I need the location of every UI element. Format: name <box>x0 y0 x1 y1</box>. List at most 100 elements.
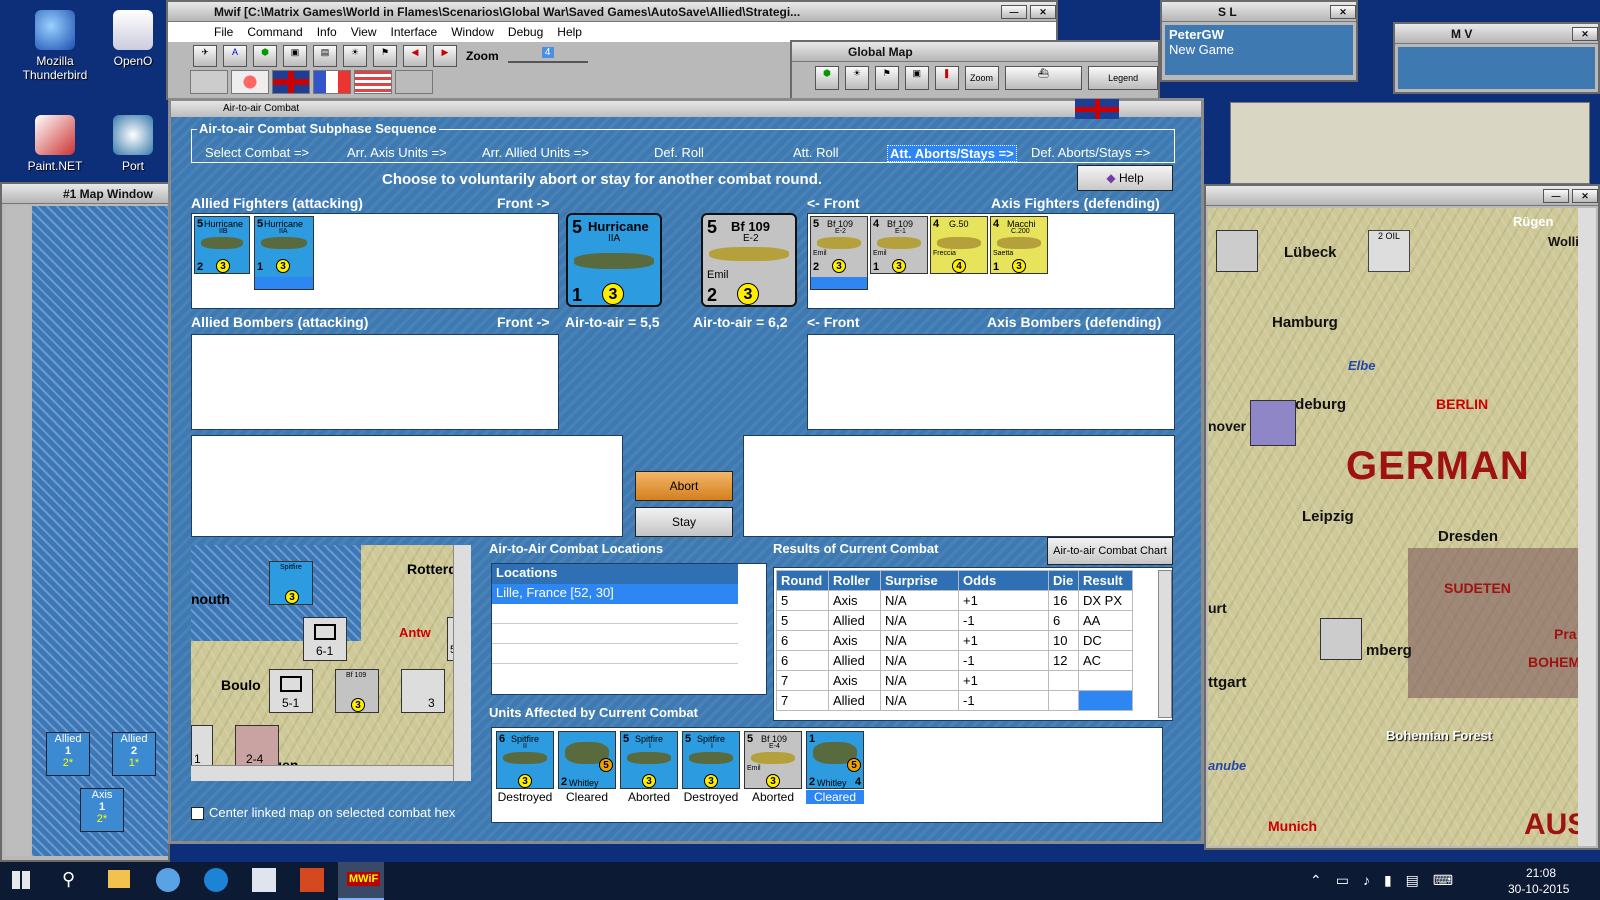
allied-bombers-box[interactable] <box>191 334 559 430</box>
col-surprise[interactable]: Surprise <box>880 570 959 591</box>
units-affected-box[interactable]: 6 Spitfire II 3 Destroyed 2 Whitley 5 Cl… <box>491 727 1163 823</box>
menu-interface[interactable]: Interface <box>391 25 438 42</box>
minimize-button[interactable]: — <box>1001 4 1027 19</box>
location-row-empty[interactable] <box>492 644 738 664</box>
affected-unit-whitley-selected[interactable]: 1 2 Whitley 4 5 <box>806 731 864 789</box>
clock-date[interactable]: 30-10-2015 <box>1508 882 1569 896</box>
axis-fighter-counter[interactable]: 4 Bf 109 E-1 Emil 1 3 <box>870 216 928 274</box>
arrow-left-icon[interactable]: ◀ <box>403 45 427 67</box>
affected-unit-spitfire[interactable]: 5 Spitfire I 3 <box>620 731 678 789</box>
axis-other-box[interactable] <box>743 435 1175 537</box>
flag-japan-icon[interactable] <box>231 70 269 94</box>
status-cleared-selected[interactable]: Cleared <box>806 790 864 804</box>
menu-view[interactable]: View <box>351 25 377 42</box>
stay-button[interactable]: Stay <box>635 507 733 537</box>
system-tray-icons[interactable]: ⌃▭♪▮▤⌨ <box>1310 872 1467 889</box>
axis-lead-counter[interactable]: 5 Bf 109 E-2 Emil 2 3 <box>701 213 797 307</box>
menu-debug[interactable]: Debug <box>508 25 543 42</box>
mini-map-vscroll[interactable] <box>453 545 471 781</box>
counter-icon[interactable]: ▣ <box>904 66 929 90</box>
abort-button[interactable]: Abort <box>635 471 733 501</box>
counter-icon[interactable]: ▣ <box>283 45 307 67</box>
italian-fighter-counter[interactable]: 4 G.50 Freccia 4 <box>930 216 988 274</box>
desktop-icon-thunderbird[interactable]: Mozilla Thunderbird <box>5 10 105 82</box>
zoom-button[interactable]: Zoom <box>964 66 999 90</box>
close-button[interactable]: ✕ <box>1572 188 1598 203</box>
hex-icon[interactable]: ⬢ <box>253 45 277 67</box>
sun-icon[interactable]: ☀ <box>844 66 869 90</box>
menu-info[interactable]: Info <box>317 25 337 42</box>
menu-file[interactable]: File <box>214 25 233 42</box>
menu-window[interactable]: Window <box>451 25 494 42</box>
desktop-icon-openoffice[interactable]: OpenO <box>98 10 168 68</box>
results-row[interactable]: 7 Axis N/A +1 <box>776 670 1133 691</box>
results-row[interactable]: 7 Allied N/A -1 <box>776 690 1133 711</box>
location-row-selected[interactable]: Lille, France [52, 30] <box>492 584 738 604</box>
he115-counter[interactable] <box>1216 230 1258 272</box>
thunderbird-taskbar-icon[interactable] <box>156 868 180 892</box>
menu-help[interactable]: Help <box>557 25 582 42</box>
airplane-icon[interactable]: ✈ <box>193 45 217 67</box>
affected-unit-bf109[interactable]: 5 Bf 109 E-4 Emil 3 <box>744 731 802 789</box>
close-button[interactable]: ✕ <box>1330 4 1356 19</box>
map-unit-corps[interactable]: 5-1 <box>269 669 313 713</box>
location-row-empty[interactable] <box>492 604 738 624</box>
results-scrollbar[interactable] <box>1158 570 1172 718</box>
search-icon[interactable]: ⚲ <box>62 869 75 890</box>
allied-fighter-counter[interactable]: 5 Hurricane IIA 1 3 <box>254 216 314 290</box>
german-plane-counter[interactable] <box>1250 400 1296 446</box>
locations-list[interactable]: Locations Lille, France [52, 30] <box>491 563 767 695</box>
results-row[interactable]: 6 Allied N/A -1 12 AC <box>776 650 1133 671</box>
axis-bombers-box[interactable] <box>807 334 1175 430</box>
col-roller[interactable]: Roller <box>828 570 881 591</box>
flag-china-icon[interactable] <box>395 70 433 94</box>
thermometer-icon[interactable]: ❚ <box>934 66 959 90</box>
affected-unit-spitfire[interactable]: 6 Spitfire II 3 <box>496 731 554 789</box>
location-row-empty[interactable] <box>492 624 738 644</box>
map-window-1[interactable]: #1 Map Window Allied 1 2* Allied 2 1* Ax… <box>0 182 170 862</box>
flag-icon[interactable]: ⚑ <box>874 66 899 90</box>
menu-command[interactable]: Command <box>247 25 302 42</box>
mv-window[interactable]: M V ✕ <box>1393 22 1600 94</box>
sl-window[interactable]: S L ✕ PeterGW New Game <box>1160 0 1358 82</box>
global-map-window[interactable]: Global Map ⬢ ☀ ⚑ ▣ ❚ Zoom ⛴ Legend <box>790 40 1160 102</box>
close-button[interactable]: ✕ <box>1030 4 1056 19</box>
map-window-scrollbar[interactable] <box>6 206 30 856</box>
mv-titlebar[interactable]: M V ✕ <box>1395 24 1598 44</box>
zoom-slider[interactable]: 4 <box>507 47 588 63</box>
allied-fighter-counter[interactable]: 5 Hurricane IIB 2 3 <box>194 216 250 274</box>
oil-counter[interactable]: 2 OIL <box>1368 230 1410 272</box>
ships-icon[interactable]: ⛴ <box>1004 66 1083 90</box>
close-button[interactable]: ✕ <box>1572 26 1598 41</box>
flag-usa-icon[interactable] <box>354 70 392 94</box>
germany-map-window[interactable]: — ✕ Rügen Lübeck Wolli Hamburg Elbe BERLI… <box>1204 184 1600 850</box>
dialog-titlebar[interactable]: Air-to-air Combat <box>171 101 1201 117</box>
desktop-icon-paintnet[interactable]: Paint.NET <box>5 115 105 173</box>
he111-counter[interactable] <box>1320 618 1362 660</box>
flag-france-icon[interactable] <box>313 70 351 94</box>
affected-unit-spitfire[interactable]: 5 Spitfire I 3 <box>682 731 740 789</box>
flag-1-icon[interactable] <box>190 70 228 94</box>
flag-uk-icon[interactable] <box>272 70 310 94</box>
bird-taskbar-icon[interactable] <box>204 868 228 892</box>
hex-icon[interactable]: ⬢ <box>815 66 839 90</box>
col-die[interactable]: Die <box>1048 570 1079 591</box>
sl-titlebar[interactable]: S L ✕ <box>1162 2 1356 22</box>
axis-fighters-box[interactable]: 5 Bf 109 E-2 Emil 2 3 4 Bf 109 E-1 Emil … <box>807 213 1175 309</box>
arrow-right-icon[interactable]: ▶ <box>433 45 457 67</box>
italian-fighter-counter[interactable]: 4 Macchi C.200 Saetta 1 3 <box>990 216 1048 274</box>
affected-unit-whitley[interactable]: 2 Whitley 5 <box>558 731 616 789</box>
clock-time[interactable]: 21:08 <box>1526 866 1556 880</box>
legend-button[interactable]: Legend <box>1088 66 1158 90</box>
results-table-box[interactable]: Round Roller Surprise Odds Die Result 5A… <box>773 567 1173 721</box>
flag-icon[interactable]: ⚑ <box>373 45 397 67</box>
air-combat-chart-button[interactable]: Air-to-air Combat Chart <box>1047 537 1173 565</box>
note-icon[interactable]: ▤ <box>313 45 337 67</box>
germany-map-scrollbar[interactable] <box>1578 208 1596 846</box>
center-map-checkbox[interactable] <box>191 807 204 820</box>
results-row[interactable]: 5 Allied N/A -1 6 AA <box>776 610 1133 631</box>
sun-icon[interactable]: ☀ <box>343 45 367 67</box>
map-unit-edge[interactable]: 1 <box>191 725 213 769</box>
col-odds[interactable]: Odds <box>958 570 1049 591</box>
germany-map-titlebar[interactable]: — ✕ <box>1206 186 1598 206</box>
